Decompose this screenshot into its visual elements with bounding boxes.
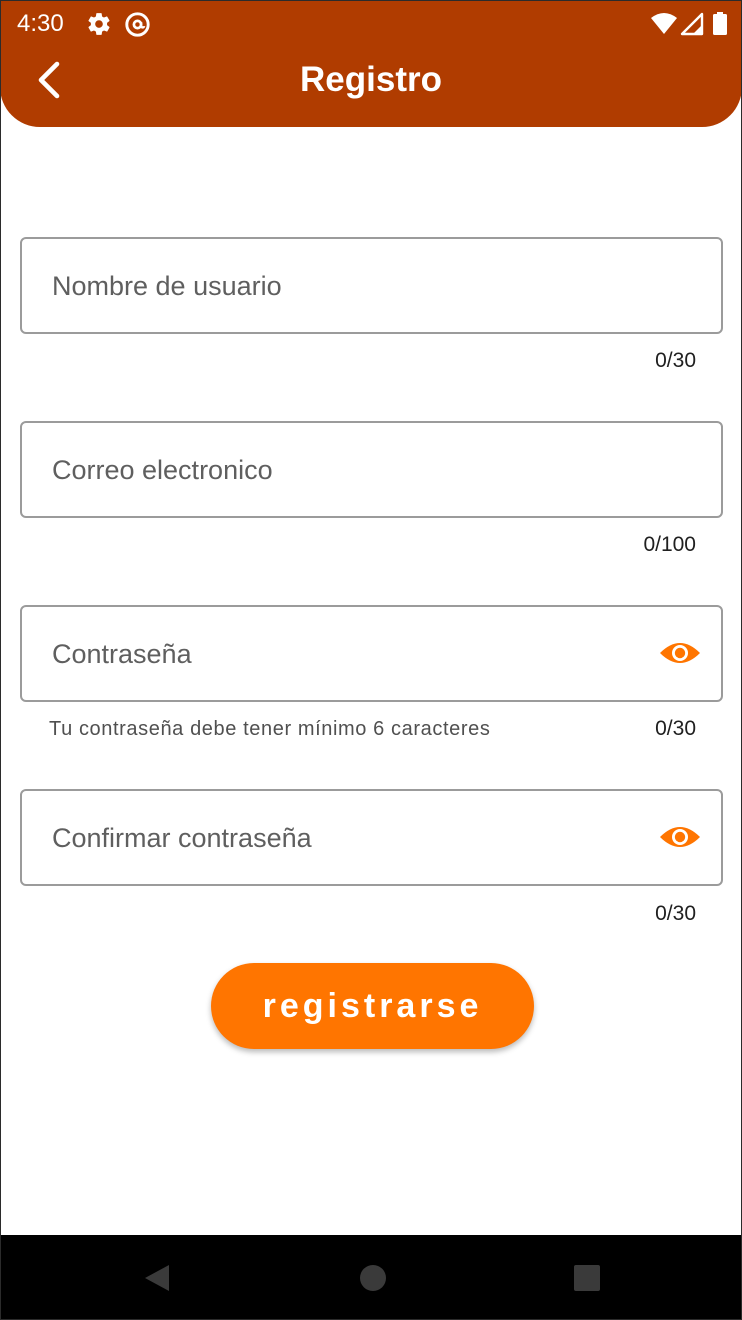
wifi-icon [650, 11, 677, 37]
back-triangle-icon[interactable] [142, 1263, 172, 1293]
status-time: 4:30 [17, 10, 64, 37]
username-counter: 0/30 [655, 349, 696, 372]
username-field[interactable] [20, 237, 723, 334]
confirm-password-counter: 0/30 [655, 902, 696, 925]
at-sign-icon [124, 11, 150, 37]
page-title: Registro [300, 60, 442, 99]
password-helper-text: Tu contraseña debe tener mínimo 6 caract… [49, 718, 491, 740]
app-bar: 4:30 Registro [0, 0, 742, 127]
home-circle-icon[interactable] [358, 1263, 388, 1293]
password-counter: 0/30 [655, 717, 696, 740]
navigation-bar [0, 1235, 742, 1320]
eye-icon[interactable] [659, 639, 701, 667]
password-field[interactable] [20, 605, 723, 702]
confirm-password-field[interactable] [20, 789, 723, 886]
eye-icon[interactable] [659, 823, 701, 851]
password-input[interactable] [50, 607, 644, 702]
signal-icon [680, 11, 706, 37]
username-input[interactable] [50, 239, 654, 334]
email-input[interactable] [50, 423, 654, 518]
recents-square-icon[interactable] [572, 1263, 602, 1293]
email-counter: 0/100 [643, 533, 696, 556]
status-bar: 4:30 [0, 0, 742, 48]
confirm-password-input[interactable] [50, 791, 644, 886]
register-button[interactable]: registrarse [211, 963, 534, 1049]
settings-icon [86, 11, 112, 37]
battery-icon [712, 11, 728, 37]
email-field[interactable] [20, 421, 723, 518]
